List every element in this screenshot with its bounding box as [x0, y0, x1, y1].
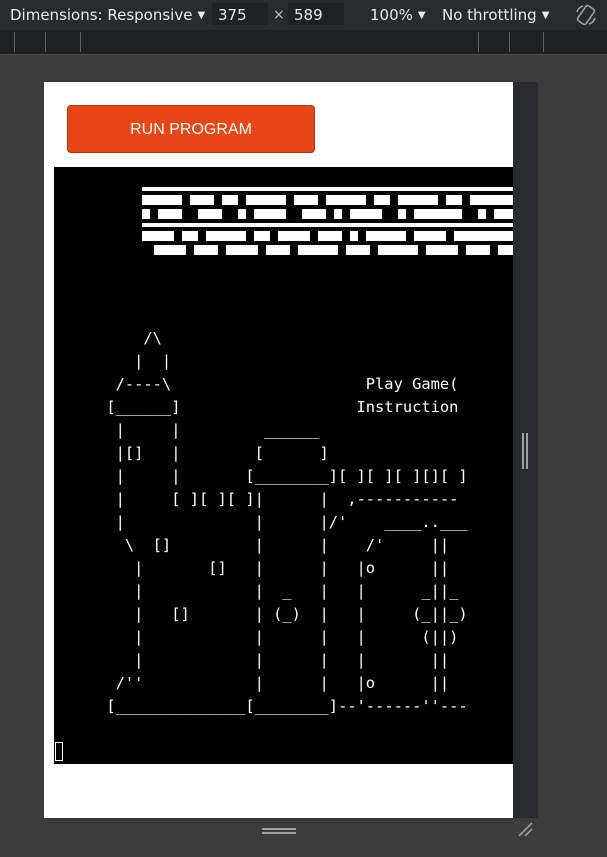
chevron-down-icon: ▼	[197, 10, 206, 21]
zoom-label: 100%	[370, 6, 413, 24]
text-cursor	[55, 742, 63, 761]
ascii-castle-menu: /\ | | /----\ Play Game( [______] Instru…	[106, 329, 468, 715]
resize-corner-icon[interactable]	[517, 821, 533, 837]
chevron-down-icon: ▼	[417, 10, 426, 21]
device-toolbar: Dimensions: Responsive ▼ 375 × 589 100% ▼ …	[0, 0, 607, 30]
times-symbol: ×	[273, 7, 285, 23]
media-query-ruler	[0, 30, 607, 55]
throttling-label: No throttling	[442, 6, 537, 24]
run-program-button[interactable]: RUN PROGRAM	[67, 105, 315, 153]
height-input[interactable]: 589	[288, 3, 344, 25]
resize-handle-right[interactable]	[521, 433, 529, 469]
resize-handle-bottom[interactable]	[262, 827, 296, 835]
chevron-down-icon: ▼	[541, 10, 550, 21]
width-input[interactable]: 375	[212, 3, 268, 25]
page-viewport: RUN PROGRAM /\ | | /----\ Play Game( [__…	[44, 82, 513, 818]
terminal[interactable]: /\ | | /----\ Play Game( [______] Instru…	[54, 167, 513, 764]
dimensions-dropdown[interactable]: Dimensions: Responsive ▼	[10, 6, 205, 24]
zoom-dropdown[interactable]: 100% ▼	[370, 6, 426, 24]
dimensions-label: Dimensions: Responsive	[10, 6, 193, 24]
throttling-dropdown[interactable]: No throttling ▼	[442, 6, 549, 24]
ascii-title-banner	[142, 187, 513, 255]
rotate-icon[interactable]	[574, 3, 598, 27]
